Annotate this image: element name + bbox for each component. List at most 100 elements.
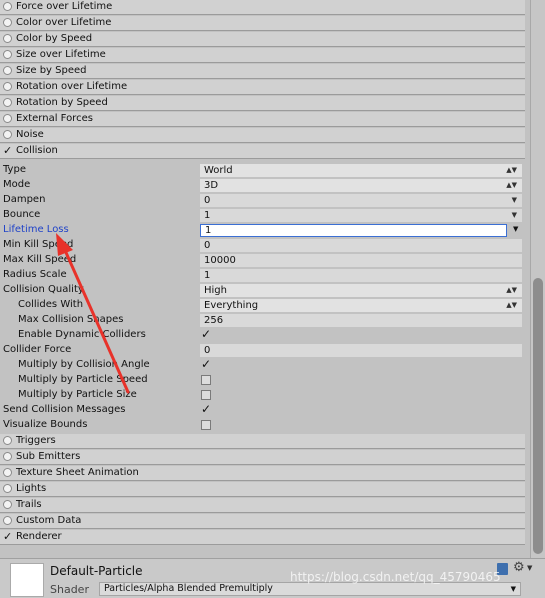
enable-dynamic-colliders-checkbox[interactable]: ✓: [201, 328, 211, 340]
module-label: Collision: [16, 145, 58, 156]
module-disabled-toggle[interactable]: [3, 452, 12, 461]
module-disabled-toggle[interactable]: [3, 516, 12, 525]
type-dropdown[interactable]: World ▲▼: [200, 164, 522, 177]
updown-arrow-icon: ▲▼: [506, 286, 517, 294]
module-rotation-by-speed[interactable]: Rotation by Speed: [0, 96, 525, 111]
curve-dropdown-icon[interactable]: ▼: [512, 209, 517, 222]
prop-collider-force: Collider Force 0: [0, 343, 525, 358]
module-label: Force over Lifetime: [16, 1, 113, 12]
module-disabled-toggle[interactable]: [3, 130, 12, 139]
scrollbar-thumb[interactable]: [533, 278, 543, 554]
collides-with-dropdown[interactable]: Everything ▲▼: [200, 299, 522, 312]
prop-label: Collider Force: [3, 344, 72, 355]
min-kill-speed-field[interactable]: 0: [200, 239, 522, 252]
module-label: Renderer: [16, 531, 62, 542]
module-label: Trails: [16, 499, 42, 510]
module-disabled-toggle[interactable]: [3, 468, 12, 477]
max-collision-shapes-field[interactable]: 256: [200, 314, 522, 327]
field-value: 256: [204, 315, 224, 326]
collision-quality-dropdown[interactable]: High ▲▼: [200, 284, 522, 297]
module-color-over-lifetime[interactable]: Color over Lifetime: [0, 16, 525, 31]
prop-label: Collides With: [18, 299, 84, 310]
dropdown-value: 3D: [204, 180, 219, 191]
module-lights[interactable]: Lights: [0, 482, 525, 497]
inspector-scrollbar[interactable]: [530, 0, 545, 558]
module-collision[interactable]: ✓ Collision: [0, 144, 525, 159]
prop-multiply-by-collision-angle: Multiply by Collision Angle ✓: [0, 358, 525, 373]
module-disabled-toggle[interactable]: [3, 50, 12, 59]
prop-collision-quality: Collision Quality High ▲▼: [0, 283, 525, 298]
updown-arrow-icon: ▲▼: [506, 301, 517, 309]
collider-force-field[interactable]: 0: [200, 344, 522, 357]
curve-dropdown-icon[interactable]: ▼: [512, 194, 517, 207]
module-disabled-toggle[interactable]: [3, 2, 12, 11]
module-force-over-lifetime[interactable]: Force over Lifetime: [0, 0, 525, 15]
visualize-bounds-checkbox[interactable]: [201, 420, 211, 430]
module-disabled-toggle[interactable]: [3, 82, 12, 91]
module-texture-sheet-animation[interactable]: Texture Sheet Animation: [0, 466, 525, 481]
module-rotation-over-lifetime[interactable]: Rotation over Lifetime: [0, 80, 525, 95]
bounce-field[interactable]: 1 ▼: [200, 209, 522, 222]
module-noise[interactable]: Noise: [0, 128, 525, 143]
prop-label: Max Kill Speed: [3, 254, 77, 265]
prop-mode: Mode 3D ▲▼: [0, 178, 525, 193]
field-value: 1: [205, 225, 212, 236]
chevron-down-icon[interactable]: ▼: [527, 564, 532, 572]
prop-label: Radius Scale: [3, 269, 67, 280]
module-disabled-toggle[interactable]: [3, 66, 12, 75]
prop-min-kill-speed: Min Kill Speed 0: [0, 238, 525, 253]
shader-dropdown[interactable]: Particles/Alpha Blended Premultiply ▼: [99, 582, 521, 596]
checkmark-icon[interactable]: ✓: [3, 530, 12, 543]
gear-icon[interactable]: ⚙: [513, 560, 525, 575]
module-disabled-toggle[interactable]: [3, 98, 12, 107]
radius-scale-field[interactable]: 1: [200, 269, 522, 282]
module-disabled-toggle[interactable]: [3, 500, 12, 509]
module-disabled-toggle[interactable]: [3, 114, 12, 123]
dropdown-value: High: [204, 285, 227, 296]
curve-dropdown-icon[interactable]: ▼: [513, 225, 518, 233]
module-renderer[interactable]: ✓ Renderer: [0, 530, 525, 545]
field-value: 10000: [204, 255, 236, 266]
prop-multiply-by-particle-size: Multiply by Particle Size: [0, 388, 525, 403]
mode-dropdown[interactable]: 3D ▲▼: [200, 179, 522, 192]
updown-arrow-icon: ▲▼: [506, 181, 517, 189]
module-disabled-toggle[interactable]: [3, 484, 12, 493]
prop-max-collision-shapes: Max Collision Shapes 256: [0, 313, 525, 328]
module-size-over-lifetime[interactable]: Size over Lifetime: [0, 48, 525, 63]
prop-dampen: Dampen 0 ▼: [0, 193, 525, 208]
multiply-by-particle-size-checkbox[interactable]: [201, 390, 211, 400]
module-label: Rotation by Speed: [16, 97, 108, 108]
lifetime-loss-field[interactable]: 1: [200, 224, 507, 237]
module-sub-emitters[interactable]: Sub Emitters: [0, 450, 525, 465]
module-label: Size by Speed: [16, 65, 87, 76]
module-label: Size over Lifetime: [16, 49, 106, 60]
material-preview-thumbnail[interactable]: [10, 563, 44, 597]
prop-label: Lifetime Loss: [3, 224, 69, 235]
dropdown-value: Everything: [204, 300, 259, 311]
module-disabled-toggle[interactable]: [3, 436, 12, 445]
module-label: Triggers: [16, 435, 56, 446]
module-disabled-toggle[interactable]: [3, 34, 12, 43]
dampen-field[interactable]: 0 ▼: [200, 194, 522, 207]
prop-max-kill-speed: Max Kill Speed 10000: [0, 253, 525, 268]
particle-system-inspector: Force over Lifetime Color over Lifetime …: [0, 0, 530, 558]
prop-label: Visualize Bounds: [3, 419, 88, 430]
max-kill-speed-field[interactable]: 10000: [200, 254, 522, 267]
prop-multiply-by-particle-speed: Multiply by Particle Speed: [0, 373, 525, 388]
module-size-by-speed[interactable]: Size by Speed: [0, 64, 525, 79]
multiply-by-collision-angle-checkbox[interactable]: ✓: [201, 358, 211, 370]
prop-label: Dampen: [3, 194, 46, 205]
checkmark-icon[interactable]: ✓: [3, 144, 12, 157]
module-triggers[interactable]: Triggers: [0, 434, 525, 449]
module-custom-data[interactable]: Custom Data: [0, 514, 525, 529]
module-label: Texture Sheet Animation: [16, 467, 139, 478]
module-trails[interactable]: Trails: [0, 498, 525, 513]
prop-visualize-bounds: Visualize Bounds: [0, 418, 525, 433]
module-external-forces[interactable]: External Forces: [0, 112, 525, 127]
send-collision-messages-checkbox[interactable]: ✓: [201, 403, 211, 415]
multiply-by-particle-speed-checkbox[interactable]: [201, 375, 211, 385]
module-color-by-speed[interactable]: Color by Speed: [0, 32, 525, 47]
prop-label: Type: [3, 164, 26, 175]
prop-label: Max Collision Shapes: [18, 314, 124, 325]
module-disabled-toggle[interactable]: [3, 18, 12, 27]
